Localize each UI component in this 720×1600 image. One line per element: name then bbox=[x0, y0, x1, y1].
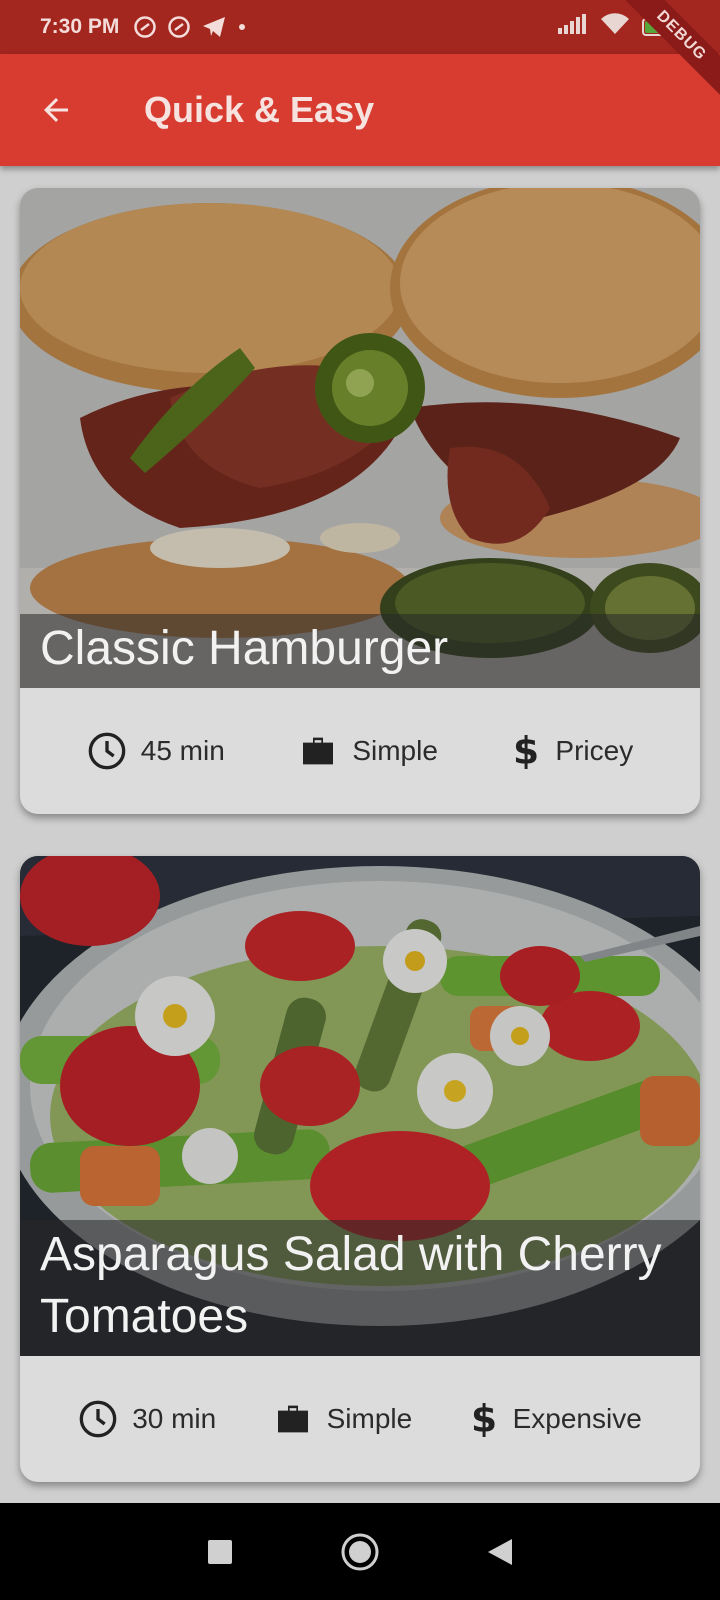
duration-label: 45 min bbox=[140, 735, 225, 766]
triangle-back-icon bbox=[488, 1538, 512, 1565]
complexity: Simple bbox=[298, 731, 438, 771]
page-title: Quick & Easy bbox=[144, 89, 375, 130]
square-icon bbox=[208, 1539, 232, 1564]
meal-title: Classic Hamburger bbox=[20, 614, 700, 688]
do-not-disturb-icon bbox=[133, 15, 157, 39]
meal-card[interactable]: Asparagus Salad with Cherry Tomatoes 30 … bbox=[20, 856, 700, 1482]
app-bar: Quick & Easy bbox=[0, 54, 720, 166]
back-button[interactable] bbox=[0, 54, 112, 166]
dot-icon bbox=[237, 22, 247, 32]
svg-text:$: $ bbox=[471, 1399, 497, 1439]
complexity: Simple bbox=[273, 1399, 413, 1439]
dollar-icon: $ bbox=[513, 731, 539, 771]
signal-icon bbox=[558, 14, 588, 40]
affordability: $ Pricey bbox=[511, 731, 633, 771]
telegram-icon bbox=[201, 15, 227, 39]
home-button[interactable] bbox=[330, 1522, 390, 1582]
status-bar: 7:30 PM 91 bbox=[0, 0, 720, 54]
meal-meta: 30 min Simple $ Expensive bbox=[20, 1356, 700, 1482]
back-nav-button[interactable] bbox=[470, 1522, 530, 1582]
wifi-icon bbox=[600, 13, 630, 41]
circle-icon bbox=[341, 1533, 379, 1570]
meal-title: Asparagus Salad with Cherry Tomatoes bbox=[20, 1220, 700, 1356]
duration: 45 min bbox=[87, 731, 225, 771]
affordability: $ Expensive bbox=[469, 1399, 642, 1439]
meal-image: Asparagus Salad with Cherry Tomatoes bbox=[20, 856, 700, 1356]
clock-icon bbox=[88, 732, 126, 770]
dollar-icon: $ bbox=[471, 1399, 497, 1439]
status-time: 7:30 PM bbox=[40, 15, 120, 38]
recents-button[interactable] bbox=[190, 1522, 250, 1582]
meal-list: Classic Hamburger 45 min Simple $ Pricey… bbox=[0, 166, 720, 1503]
svg-text:$: $ bbox=[513, 731, 539, 771]
do-not-disturb-icon bbox=[167, 15, 191, 39]
complexity-label: Simple bbox=[326, 1403, 413, 1434]
clock-icon bbox=[79, 1400, 117, 1438]
meal-meta: 45 min Simple $ Pricey bbox=[20, 688, 700, 814]
briefcase-icon bbox=[303, 737, 334, 765]
briefcase-icon bbox=[277, 1405, 308, 1433]
meal-card[interactable]: Classic Hamburger 45 min Simple $ Pricey bbox=[20, 188, 700, 814]
duration-label: 30 min bbox=[132, 1403, 217, 1434]
arrow-back-icon bbox=[44, 98, 68, 122]
system-nav-bar bbox=[0, 1503, 720, 1600]
meal-image: Classic Hamburger bbox=[20, 188, 700, 688]
duration: 30 min bbox=[78, 1399, 216, 1439]
affordability-label: Pricey bbox=[555, 735, 634, 766]
affordability-label: Expensive bbox=[512, 1403, 642, 1434]
complexity-label: Simple bbox=[352, 735, 438, 766]
